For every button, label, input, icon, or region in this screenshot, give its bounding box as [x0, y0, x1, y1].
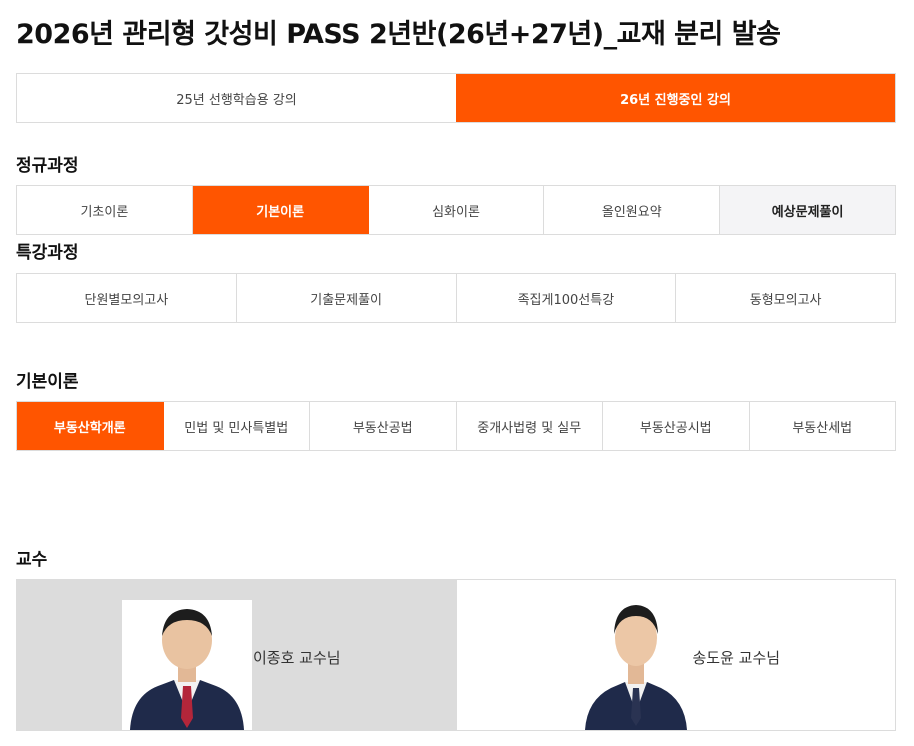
subject-civil-law-button[interactable]: 민법 및 민사특별법 — [164, 402, 310, 450]
subject-brokerage-law-button[interactable]: 중개사법령 및 실무 — [457, 402, 603, 450]
special-course-options: 단원별모의고사 기출문제풀이 족집게100선특강 동형모의고사 — [16, 273, 896, 323]
subject-real-estate-intro-button[interactable]: 부동산학개론 — [17, 402, 164, 450]
course-practice-problems-button[interactable]: 예상문제풀이 — [720, 186, 895, 234]
year-tabs: 25년 선행학습용 강의 26년 진행중인 강의 — [16, 73, 896, 123]
subject-public-law-button[interactable]: 부동산공법 — [310, 402, 457, 450]
professor-song-photo — [584, 605, 687, 730]
professor-song-name: 송도윤 교수님 — [692, 649, 781, 667]
professor-card-song[interactable]: 송도윤 교수님 — [455, 580, 896, 730]
special-isomorphic-mock-exam-button[interactable]: 동형모의고사 — [676, 274, 895, 322]
special-top100-lecture-button[interactable]: 족집게100선특강 — [457, 274, 677, 322]
subjects-heading: 기본이론 — [16, 372, 79, 392]
regular-course-options: 기초이론 기본이론 심화이론 올인원요약 예상문제풀이 — [16, 185, 896, 235]
professor-card-lee[interactable]: 이종호 교수님 — [17, 580, 456, 730]
course-basic-foundation-button[interactable]: 기초이론 — [17, 186, 193, 234]
subject-options: 부동산학개론 민법 및 민사특별법 부동산공법 중개사법령 및 실무 부동산공시… — [16, 401, 896, 451]
course-basic-theory-button[interactable]: 기본이론 — [192, 186, 369, 234]
course-advanced-theory-button[interactable]: 심화이론 — [369, 186, 545, 234]
subject-registration-law-button[interactable]: 부동산공시법 — [603, 402, 750, 450]
page-title: 2026년 관리형 갓성비 PASS 2년반(26년+27년)_교재 분리 발송 — [16, 19, 781, 50]
course-all-in-one-button[interactable]: 올인원요약 — [544, 186, 721, 234]
tab-26-ongoing[interactable]: 26년 진행중인 강의 — [456, 74, 895, 122]
special-past-exam-button[interactable]: 기출문제풀이 — [237, 274, 457, 322]
regular-course-heading: 정규과정 — [16, 156, 79, 176]
professor-lee-name: 이종호 교수님 — [253, 649, 341, 667]
professor-lee-photo — [122, 600, 252, 730]
subject-tax-law-button[interactable]: 부동산세법 — [750, 402, 896, 450]
professors-heading: 교수 — [16, 550, 48, 570]
tab-25-preview[interactable]: 25년 선행학습용 강의 — [17, 74, 456, 122]
special-course-heading: 특강과정 — [16, 243, 79, 263]
special-unit-mock-exam-button[interactable]: 단원별모의고사 — [17, 274, 237, 322]
professor-list: 이종호 교수님 송도윤 교수님 — [16, 579, 896, 731]
